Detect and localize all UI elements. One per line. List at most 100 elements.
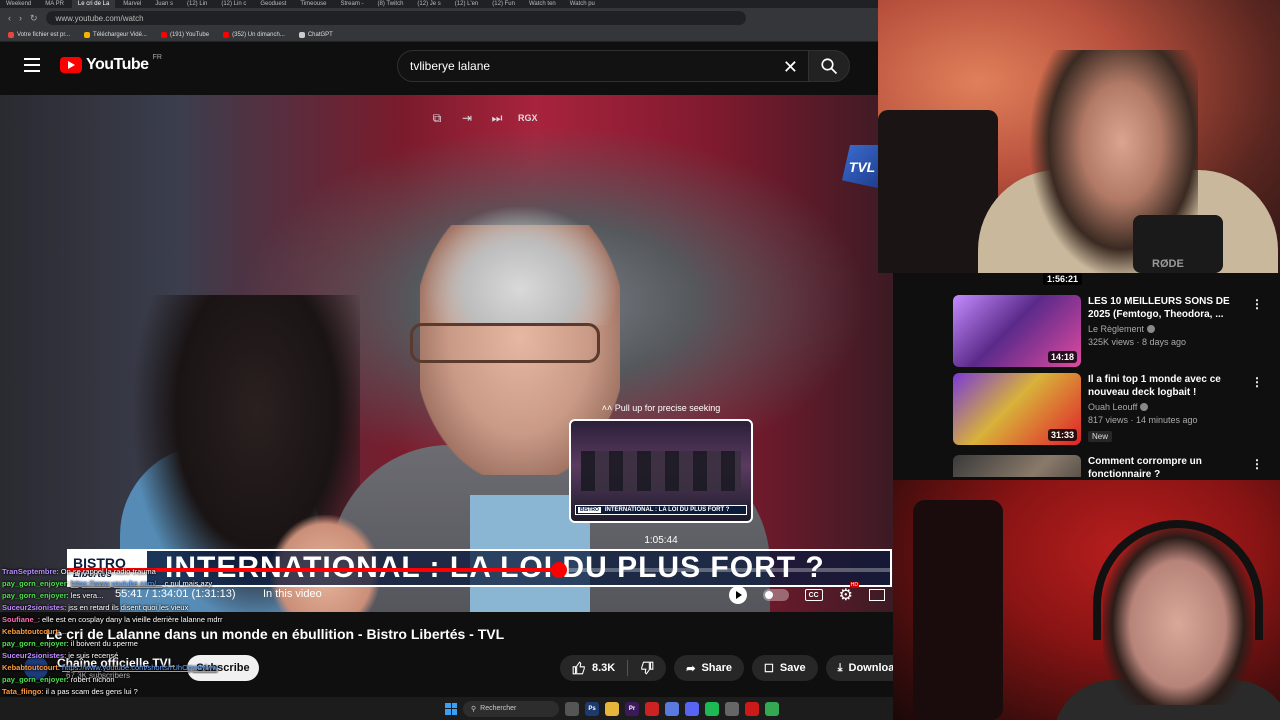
browser-tab-strip: Weekend MA PR Le cri de La Marvel Juan s (12)…	[0, 0, 878, 8]
browser-tab[interactable]: (12) L'en	[449, 0, 485, 8]
popout-icon[interactable]: ⧉	[428, 109, 446, 127]
video-thumbnail[interactable]	[953, 455, 1081, 477]
dislike-button[interactable]	[628, 655, 666, 681]
chat-username: pay_gorn_enjoyer	[2, 639, 67, 648]
clear-icon[interactable]: ✕	[783, 57, 798, 78]
recommended-video[interactable]: 14:18 LES 10 MEILLEURS SONS DE 2025 (Femt…	[953, 295, 1273, 367]
more-options-icon[interactable]: ⋮	[1251, 457, 1263, 471]
thumbs-up-icon	[572, 661, 585, 675]
browser-tab[interactable]: Geoduest	[254, 0, 292, 8]
chat-username: Kebabtoutcourt	[2, 663, 58, 672]
chat-link[interactable]: https://www.youtube.com/...	[71, 579, 163, 588]
speaker-main-hair	[420, 205, 620, 325]
skip-next-icon[interactable]: ⏭	[488, 109, 506, 127]
settings-gear-icon[interactable]: ⚙ HD	[839, 582, 859, 605]
taskbar-app-icon[interactable]	[565, 701, 579, 716]
chat-text: On se rappel la radio trauma	[60, 567, 156, 576]
youtube-logo[interactable]: YouTube FR	[60, 54, 162, 74]
channel-name[interactable]: Le Règlement	[1088, 324, 1156, 334]
browser-tab[interactable]: (12) Lin	[181, 0, 213, 8]
chat-message: pay_gorn_enjoyer: les vera...	[2, 591, 104, 600]
browser-tab[interactable]: MA PR	[39, 0, 70, 8]
browser-tab[interactable]: Weekend	[0, 0, 37, 8]
chat-link[interactable]: https://www.youtube.com/shorts/rUhOqwtwl…	[62, 663, 217, 672]
taskbar-search[interactable]: ⚲ Rechercher	[463, 700, 559, 717]
browser-tab[interactable]: Juan s	[149, 0, 179, 8]
taskbar-app-icon[interactable]	[745, 701, 759, 716]
like-count: 8.3K	[592, 662, 616, 674]
seek-preview-banner: BISTRO INTERNATIONAL : LA LOI DU PLUS FO…	[575, 505, 747, 515]
windows-start-icon[interactable]	[445, 702, 457, 715]
forward-icon[interactable]: ›	[19, 13, 22, 23]
seek-preview-banner-text: INTERNATIONAL : LA LOI DU PLUS FORT ?	[604, 507, 730, 513]
seek-hint-text: Pull up for precise seeking	[614, 403, 721, 413]
browser-tab[interactable]: (12) Je s	[411, 0, 446, 8]
chat-message: Soufiane_: elle est en cosplay dany la v…	[2, 615, 223, 624]
browser-tab[interactable]: (12) Fun	[486, 0, 521, 8]
taskbar-app-icon[interactable]: Ps	[585, 701, 599, 716]
search-button[interactable]	[808, 50, 850, 82]
share-label: Share	[701, 662, 733, 674]
like-button[interactable]: 8.3K	[560, 655, 627, 681]
taskbar-app-icon[interactable]	[605, 701, 619, 716]
bookmark-favicon-icon	[160, 31, 167, 38]
seek-hint: ˄˄ Pull up for precise seeking	[601, 403, 721, 413]
more-options-icon[interactable]: ⋮	[1251, 297, 1263, 311]
theater-mode-icon[interactable]	[869, 589, 885, 601]
player-top-controls: ⧉ ⇥ ⏭ RGX	[428, 109, 538, 127]
video-player[interactable]: ⧉ ⇥ ⏭ RGX TVL ˄˄ Pull up for precise see…	[0, 95, 893, 612]
taskbar-app-icon[interactable]	[665, 701, 679, 716]
browser-tab[interactable]: Le cri de La	[71, 0, 116, 8]
bookmark-item[interactable]: ChatGPT	[298, 31, 333, 38]
channel-label: Le Règlement	[1088, 324, 1145, 334]
taskbar-app-icon[interactable]	[645, 701, 659, 716]
reload-icon[interactable]: ↻	[30, 13, 38, 24]
bookmark-item[interactable]: Téléchargeur Vidé...	[84, 31, 147, 38]
browser-tab[interactable]: Timeouse	[294, 0, 332, 8]
bookmark-item[interactable]: (352) Un dimanch...	[223, 31, 285, 38]
back-icon[interactable]: ‹	[8, 13, 11, 23]
subtitles-button[interactable]: CC	[804, 589, 823, 601]
browser-tab[interactable]: Stream -	[335, 0, 370, 8]
taskbar-app-icon[interactable]	[725, 701, 739, 716]
save-button[interactable]: ☐ Save	[752, 655, 818, 681]
autoplay-toggle[interactable]	[762, 589, 789, 601]
chat-text: c nul mais azy	[164, 579, 213, 588]
taskbar-app-icon[interactable]	[685, 701, 699, 716]
browser-tab[interactable]: (8) Twitch	[372, 0, 410, 8]
taskbar-app-icon[interactable]	[705, 701, 719, 716]
enter-icon[interactable]: ⇥	[458, 109, 476, 127]
menu-icon[interactable]	[24, 58, 40, 72]
taskbar-app-icon[interactable]	[765, 701, 779, 716]
chat-username: TranSeptembre	[2, 567, 57, 576]
recommended-video[interactable]: Comment corrompre un fonctionnaire ? ⋮	[953, 455, 1273, 477]
recommended-video[interactable]: 31:33 Il a fini top 1 monde avec ce nouve…	[953, 373, 1273, 445]
browser-tab[interactable]: (12) Lin c	[215, 0, 252, 8]
bookmark-favicon-icon	[223, 31, 230, 38]
chat-text: il boivent du sperme	[70, 639, 138, 648]
progress-scrubber[interactable]	[550, 562, 567, 578]
chat-message: Kebabtoutcourt: ...	[2, 627, 69, 636]
channel-name[interactable]: Ouah Leouff	[1088, 402, 1149, 412]
search-input[interactable]	[410, 59, 770, 73]
autoplay-icon[interactable]	[728, 586, 747, 604]
browser-tab[interactable]: Watch ten	[523, 0, 562, 8]
video-title[interactable]: Il a fini top 1 monde avec ce nouveau de…	[1088, 373, 1243, 399]
taskbar-app-icon[interactable]: Pr	[625, 701, 639, 716]
video-title[interactable]: Comment corrompre un fonctionnaire ?	[1088, 455, 1243, 477]
browser-tab[interactable]: Marvel	[117, 0, 147, 8]
download-icon: ⤓	[837, 661, 843, 674]
video-title[interactable]: LES 10 MEILLEURS SONS DE 2025 (Femtogo, …	[1088, 295, 1243, 321]
video-thumbnail[interactable]: 14:18	[953, 295, 1081, 367]
more-options-icon[interactable]: ⋮	[1251, 375, 1263, 389]
rgx-button[interactable]: RGX	[518, 113, 538, 123]
bookmark-item[interactable]: (191) YouTube	[160, 31, 209, 38]
url-field[interactable]: www.youtube.com/watch	[45, 11, 746, 25]
video-thumbnail[interactable]: 31:33	[953, 373, 1081, 445]
taskbar-search-icon: ⚲	[471, 705, 477, 713]
video-metadata: 325K views · 8 days ago	[1088, 337, 1187, 347]
browser-tab[interactable]: Watch pu	[564, 0, 601, 8]
bookmark-item[interactable]: Votre fichier est pr...	[8, 31, 70, 38]
share-button[interactable]: ➦ Share	[674, 655, 745, 681]
chat-message: pay_gorn_enjoyer: robert nichon	[2, 675, 115, 684]
